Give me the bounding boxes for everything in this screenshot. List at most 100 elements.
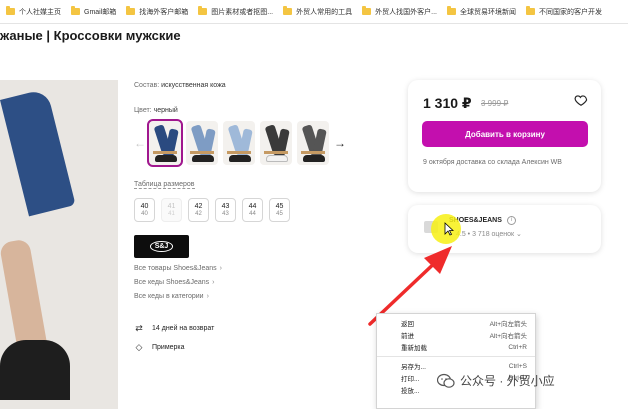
product-main-image[interactable] — [0, 80, 118, 409]
bookmark-item[interactable]: 找海外客户邮箱 — [126, 6, 189, 17]
color-value: черный — [153, 107, 178, 114]
color-thumbnails: ← → — [134, 119, 346, 167]
thumbs-next-arrow-icon[interactable]: → — [334, 136, 346, 150]
context-menu: 返回 Alt+向左箭头 前进 Alt+向右箭头 重新加载 Ctrl+R 另存为... C… — [376, 313, 536, 409]
bookmark-label: 外贸人常用的工具 — [296, 8, 353, 16]
bookmark-label: 全球贸易环境新闻 — [459, 8, 516, 16]
menu-item-label: 重新加载 — [401, 345, 427, 352]
folder-icon — [283, 6, 293, 15]
bookmark-item[interactable]: 全球贸易环境新闻 — [446, 6, 516, 17]
color-thumbnail[interactable] — [260, 121, 292, 165]
size-sub: 40 — [141, 210, 148, 217]
color-thumbnail[interactable] — [223, 121, 255, 165]
shoe-shape — [0, 340, 70, 400]
fitting-text: Примерка — [152, 344, 185, 351]
add-to-cart-button[interactable]: Добавить в корзину — [422, 121, 588, 147]
context-menu-item-save-as[interactable]: 另存为... Ctrl+S — [377, 360, 535, 372]
size-option[interactable]: 43 43 — [215, 198, 236, 222]
context-menu-item-back[interactable]: 返回 Alt+向左箭头 — [377, 317, 535, 329]
menu-item-shortcut: Ctrl+S — [508, 362, 527, 370]
fitting-info: ◇ Примерка — [134, 342, 185, 353]
folder-icon — [126, 6, 136, 15]
size-sub: 42 — [195, 210, 202, 217]
size-table-link[interactable]: Таблица размеров — [134, 181, 195, 189]
size-option[interactable]: 44 44 — [242, 198, 263, 222]
bookmark-item[interactable]: 外贸人找国外客户... — [362, 6, 437, 17]
watermark-text: 公众号 · 外贸小应 — [460, 374, 555, 388]
size-option[interactable]: 41 41 — [161, 198, 182, 222]
size-value: 41 — [167, 202, 176, 210]
size-sub: 45 — [276, 210, 283, 217]
folder-icon — [71, 6, 80, 15]
menu-item-label: 打印... — [401, 376, 420, 383]
bookmark-item[interactable]: 个人社媒主页 — [6, 6, 61, 17]
folder-icon — [198, 6, 208, 15]
link-all-brand-sneakers[interactable]: Все кеды Shoes&Jeans › — [134, 279, 222, 286]
folder-icon — [6, 6, 15, 15]
folder-icon — [446, 6, 456, 15]
color-thumbnail[interactable] — [186, 121, 218, 165]
composition-label: Состав: — [134, 82, 160, 89]
link-label: Все товары Shoes&Jeans — [134, 265, 217, 272]
link-all-brand-products[interactable]: Все товары Shoes&Jeans › — [134, 265, 222, 272]
size-sub: 43 — [222, 210, 229, 217]
buy-card: 1 310 ₽ 3 999 ₽ Добавить в корзину 9 окт… — [408, 80, 601, 192]
bookmark-label: Gmail邮箱 — [84, 8, 117, 16]
menu-item-label: 投放... — [401, 388, 420, 395]
menu-divider — [377, 356, 535, 357]
chevron-right-icon: › — [212, 279, 215, 286]
context-menu-item-forward[interactable]: 前进 Alt+向右箭头 — [377, 329, 535, 341]
menu-item-shortcut: Alt+向右箭头 — [489, 333, 527, 340]
bookmark-label: 外贸人找国外客户... — [375, 8, 437, 16]
color-label: Цвет: — [134, 107, 152, 114]
chevron-right-icon: › — [206, 293, 209, 300]
return-text: 14 дней на возврат — [152, 325, 215, 332]
color-thumbnail[interactable] — [297, 121, 329, 165]
chevron-down-icon: ⌄ — [516, 231, 522, 238]
link-label: Все кеды Shoes&Jeans — [134, 279, 210, 286]
tag-icon: ◇ — [135, 342, 143, 352]
heart-icon[interactable] — [574, 93, 588, 107]
menu-item-shortcut: Ctrl+R — [508, 343, 527, 351]
thumbs-prev-arrow-icon[interactable]: ← — [134, 136, 146, 150]
menu-item-label: 前进 — [401, 333, 414, 340]
chevron-right-icon: › — [219, 265, 222, 272]
watermark: 公众号 · 外贸小应 — [437, 372, 555, 389]
brand-links: Все товары Shoes&Jeans › Все кеды Shoes&J… — [134, 265, 222, 300]
link-all-category-sneakers[interactable]: Все кеды в категории › — [134, 293, 222, 300]
size-sub: 41 — [168, 210, 175, 217]
color-line: Цвет: черный — [134, 107, 178, 114]
bookmark-item[interactable]: 图片素材或者抠图... — [198, 6, 274, 17]
menu-item-shortcut: Alt+向左箭头 — [489, 321, 527, 328]
size-value: 42 — [194, 202, 203, 210]
bookmark-label: 个人社媒主页 — [19, 8, 61, 16]
color-thumbnail[interactable] — [147, 119, 183, 167]
size-option[interactable]: 42 42 — [188, 198, 209, 222]
bookmark-label: 不同国家的客户开发 — [538, 8, 602, 16]
price: 1 310 ₽ — [423, 95, 472, 111]
composition-value: искусственная кожа — [161, 82, 226, 89]
delivery-info: 9 октября доставка со склада Алексин WB — [423, 159, 562, 166]
info-icon[interactable]: i — [507, 216, 516, 225]
size-option[interactable]: 40 40 — [134, 198, 155, 222]
wechat-icon — [437, 373, 455, 388]
bookmark-item[interactable]: 不同国家的客户开发 — [525, 6, 602, 17]
bookmark-item[interactable]: Gmail邮箱 — [71, 6, 117, 17]
return-policy: ⇄ 14 дней на возврат — [134, 323, 214, 334]
menu-item-label: 返回 — [401, 321, 414, 328]
size-value: 44 — [248, 202, 257, 210]
size-option[interactable]: 45 45 — [269, 198, 290, 222]
old-price: 3 999 ₽ — [481, 99, 509, 108]
folder-icon — [362, 6, 372, 15]
size-sub: 44 — [249, 210, 256, 217]
context-menu-item-reload[interactable]: 重新加载 Ctrl+R — [377, 341, 535, 353]
size-value: 45 — [275, 202, 284, 210]
return-arrows-icon: ⇄ — [135, 323, 143, 333]
bookmarks-bar: 个人社媒主页 Gmail邮箱 找海外客户邮箱 图片素材或者抠图... 外贸人常用… — [0, 0, 628, 24]
menu-item-label: 另存为... — [401, 364, 426, 371]
bookmark-label: 找海外客户邮箱 — [139, 8, 189, 16]
brand-logo[interactable]: S&J — [134, 235, 189, 258]
bookmark-item[interactable]: 外贸人常用的工具 — [283, 6, 353, 17]
bookmark-label: 图片素材或者抠图... — [211, 8, 274, 16]
jeans-shape — [0, 88, 76, 217]
